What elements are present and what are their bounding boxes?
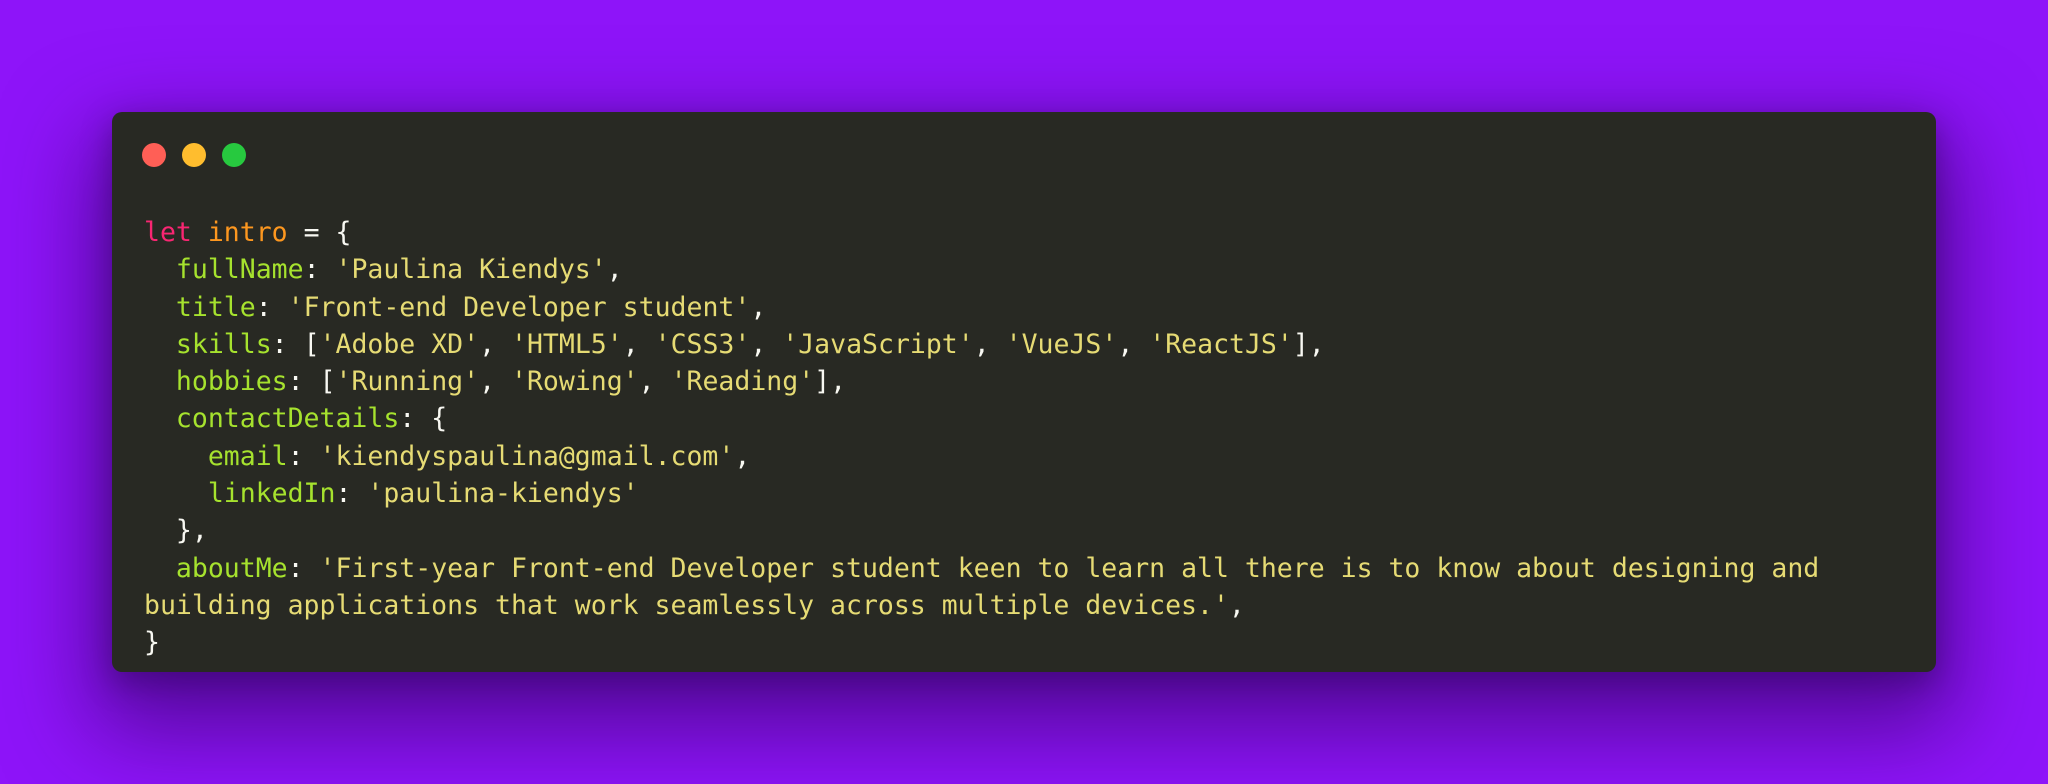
value-aboutme-part2: building applications that work seamless… [144,589,1229,621]
skill-item: 'ReactJS' [1149,328,1293,360]
close-dot-icon[interactable] [142,143,166,167]
code-line-contact-close: }, [144,515,208,547]
maximize-dot-icon[interactable] [222,143,246,167]
key-skills: skills [175,328,272,360]
window-controls [142,143,246,167]
key-email: email [207,440,288,472]
code-line-fullname: fullName: 'Paulina Kiendys', [175,254,623,286]
code-line-declaration: let intro = { [144,214,1819,251]
variable-name: intro [207,217,288,248]
value-email: 'kiendyspaulina@gmail.com' [319,440,735,472]
code-line-hobbies: hobbies: ['Running', 'Rowing', 'Reading'… [175,366,847,398]
key-contactdetails: contactDetails [175,403,400,435]
skill-item: 'HTML5' [511,328,623,360]
assign-open: = { [287,217,352,248]
hobby-item: 'Reading' [670,366,815,398]
code-line-email: email: 'kiendyspaulina@gmail.com', [207,440,751,472]
value-title: 'Front-end Developer student' [287,291,751,323]
code-line-linkedin: linkedIn: 'paulina-kiendys' [207,478,639,510]
key-aboutme: aboutMe [175,552,288,584]
skill-item: 'Adobe XD' [319,328,480,360]
code-line-contactdetails: contactDetails: { [175,403,448,435]
code-block: let intro = { fullName: 'Paulina Kiendys… [144,214,1819,662]
value-linkedin: 'paulina-kiendys' [367,478,639,510]
object-close: } [144,627,160,659]
value-aboutme-part1: 'First-year Front-end Developer student … [319,552,1820,584]
hobby-item: 'Rowing' [511,366,639,398]
code-line-close: } [144,624,1819,661]
skill-item: 'VueJS' [1005,328,1118,360]
key-title: title [175,291,256,323]
key-fullname: fullName [175,254,304,286]
code-line-title: title: 'Front-end Developer student', [175,291,767,323]
skill-item: 'JavaScript' [782,328,974,360]
minimize-dot-icon[interactable] [182,143,206,167]
key-hobbies: hobbies [175,366,288,398]
code-line-skills: skills: ['Adobe XD', 'HTML5', 'CSS3', 'J… [175,328,1325,360]
value-fullname: 'Paulina Kiendys' [335,254,607,286]
code-line-aboutme-cont: building applications that work seamless… [144,589,1245,621]
hobby-item: 'Running' [335,366,480,398]
code-window: let intro = { fullName: 'Paulina Kiendys… [112,112,1936,672]
code-line-aboutme: aboutMe: 'First-year Front-end Developer… [175,552,1820,584]
skill-item: 'CSS3' [654,328,751,360]
key-linkedin: linkedIn [207,478,336,510]
keyword-let: let [144,217,192,248]
